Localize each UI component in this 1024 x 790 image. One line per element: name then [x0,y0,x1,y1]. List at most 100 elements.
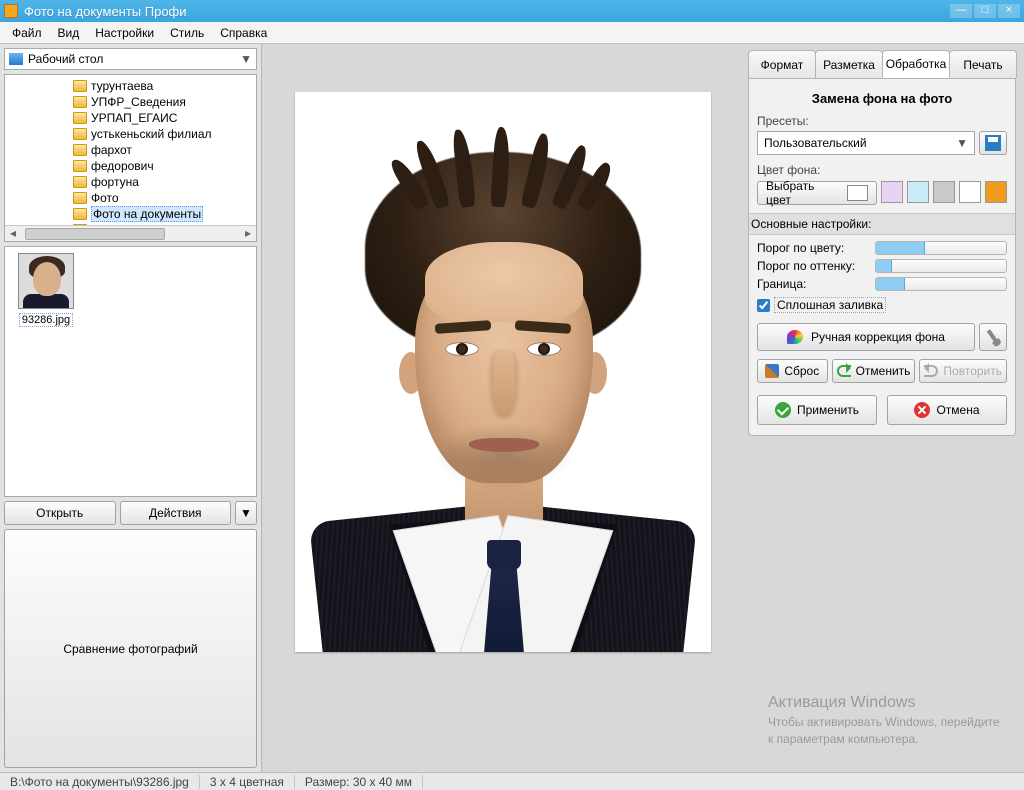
folder-item[interactable]: турунтаева [7,78,254,94]
folder-label: фархот [91,143,132,157]
color-swatch[interactable] [933,181,955,203]
folder-icon [73,160,87,172]
tab-layout[interactable]: Разметка [815,50,883,78]
color-swatch[interactable] [907,181,929,203]
status-path: B:\Фото на документы\93286.jpg [0,775,200,789]
folder-label: УРПАП_ЕГАИС [91,111,177,125]
desktop-icon [9,53,23,65]
folder-item[interactable]: УРПАП_ЕГАИС [7,110,254,126]
folder-label: Фото на документы [91,206,203,222]
folder-icon [73,208,87,220]
save-icon [985,135,1001,151]
scroll-right-icon[interactable]: ▸ [240,226,256,242]
color-swatch[interactable] [881,181,903,203]
thumbnail-item[interactable]: 93286.jpg [11,253,81,326]
scroll-left-icon[interactable]: ◂ [5,226,21,242]
redo-button[interactable]: Повторить [919,359,1007,383]
slider-hue-threshold[interactable] [875,259,1007,273]
slider-color-threshold-label: Порог по цвету: [757,241,869,255]
bg-color-label: Цвет фона: [757,163,1007,177]
eyedropper-icon [987,329,999,344]
folder-label: устькеньский филиал [91,127,212,141]
cancel-button[interactable]: Отмена [887,395,1007,425]
chevron-down-icon: ▼ [956,136,968,150]
menu-style[interactable]: Стиль [162,24,212,42]
thumbnail-area: 93286.jpg [4,246,257,497]
folder-item[interactable]: федорович [7,158,254,174]
check-icon [775,402,791,418]
panel-title: Замена фона на фото [757,91,1007,106]
color-swatch[interactable] [959,181,981,203]
minimize-button[interactable]: — [950,4,972,18]
menu-file[interactable]: Файл [4,24,50,42]
slider-edge-label: Граница: [757,277,869,291]
redo-icon [924,365,938,377]
folder-item[interactable]: Фото на документы [7,206,254,222]
folder-label: фортуна [91,175,139,189]
windows-activation-watermark: Активация Windows Чтобы активировать Win… [768,692,1008,748]
tree-hscrollbar[interactable]: ◂ ▸ [5,225,256,241]
tab-process[interactable]: Обработка [882,50,950,78]
actions-button[interactable]: Действия [120,501,232,525]
folder-item[interactable]: фархот [7,142,254,158]
scroll-thumb[interactable] [25,228,165,240]
slider-color-threshold[interactable] [875,241,1007,255]
drive-selector[interactable]: Рабочий стол ▼ [4,48,257,70]
folder-label: федорович [91,159,154,173]
undo-button[interactable]: Отменить [832,359,916,383]
current-color-swatch [847,185,868,201]
folder-label: турунтаева [91,79,153,93]
app-icon [4,4,18,18]
preset-value: Пользовательский [764,136,867,150]
manual-correction-button[interactable]: Ручная коррекция фона [757,323,975,351]
save-preset-button[interactable] [979,131,1007,155]
folder-icon [73,176,87,188]
main-settings-header: Основные настройки: [749,213,1015,235]
actions-dropdown[interactable]: ▼ [235,501,257,525]
folder-item[interactable]: Фото [7,190,254,206]
folder-label: Фото [91,191,119,205]
tab-print[interactable]: Печать [949,50,1017,78]
brush-icon [765,364,779,378]
tab-format[interactable]: Формат [748,50,816,78]
cancel-icon [914,402,930,418]
thumbnail-image [18,253,74,309]
thumbnail-filename: 93286.jpg [19,313,73,327]
maximize-button[interactable]: □ [974,4,996,18]
folder-icon [73,96,87,108]
apply-button[interactable]: Применить [757,395,877,425]
open-button[interactable]: Открыть [4,501,116,525]
pick-color-button[interactable]: Выбрать цвет [757,181,877,205]
photo-canvas[interactable] [295,92,711,652]
folder-label: УПФР_Сведения [91,95,186,109]
folder-icon [73,128,87,140]
status-size: Размер: 30 x 40 мм [295,775,423,789]
folder-icon [73,144,87,156]
reset-button[interactable]: Сброс [757,359,828,383]
status-mode: 3 x 4 цветная [200,775,295,789]
close-button[interactable]: × [998,4,1020,18]
menu-help[interactable]: Справка [212,24,275,42]
solid-fill-label: Сплошная заливка [774,297,886,313]
slider-edge[interactable] [875,277,1007,291]
menu-settings[interactable]: Настройки [87,24,162,42]
canvas-area [262,44,744,772]
pick-color-label: Выбрать цвет [766,179,839,207]
menu-view[interactable]: Вид [50,24,88,42]
status-bar: B:\Фото на документы\93286.jpg 3 x 4 цве… [0,772,1024,790]
compare-button[interactable]: Сравнение фотографий [4,529,257,768]
folder-item[interactable]: устькеньский филиал [7,126,254,142]
folder-icon [73,112,87,124]
color-swatch[interactable] [985,181,1007,203]
menu-bar: Файл Вид Настройки Стиль Справка [0,22,1024,44]
folder-item[interactable]: УПФР_Сведения [7,94,254,110]
solid-fill-checkbox[interactable] [757,299,770,312]
tab-pane-process: Замена фона на фото Пресеты: Пользовател… [748,78,1016,436]
folder-item[interactable]: фортуна [7,174,254,190]
left-panel: Рабочий стол ▼ турунтаева УПФР_Сведения УР… [0,44,262,772]
tab-bar: Формат Разметка Обработка Печать [748,50,1016,78]
presets-label: Пресеты: [757,114,1007,128]
eyedropper-button[interactable] [979,323,1007,351]
right-panel: Формат Разметка Обработка Печать Замена … [744,44,1024,772]
preset-select[interactable]: Пользовательский ▼ [757,131,975,155]
